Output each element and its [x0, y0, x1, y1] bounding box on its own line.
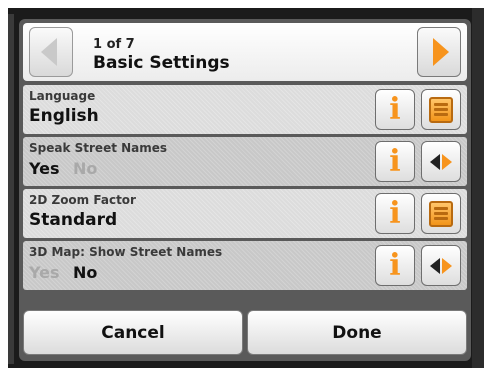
- info-icon: i: [389, 143, 401, 179]
- toggle-arrows-icon: [430, 153, 452, 170]
- option-yes[interactable]: Yes: [29, 159, 60, 178]
- cancel-button[interactable]: Cancel: [23, 310, 243, 355]
- setting-row-3d-map-street-names[interactable]: 3D Map: Show Street Names Yes No i: [23, 241, 467, 290]
- toggle-button[interactable]: [421, 141, 461, 182]
- setting-label: Language: [29, 89, 96, 103]
- list-select-button[interactable]: [421, 193, 461, 234]
- setting-row-language[interactable]: Language English i: [23, 85, 467, 134]
- info-button[interactable]: i: [375, 141, 415, 182]
- page-title: Basic Settings: [93, 53, 230, 73]
- list-select-button[interactable]: [421, 89, 461, 130]
- map-background: [8, 14, 14, 364]
- info-icon: i: [389, 91, 401, 127]
- setting-value: English: [29, 106, 99, 126]
- done-button[interactable]: Done: [247, 310, 467, 355]
- option-no[interactable]: No: [73, 159, 97, 178]
- setting-label: 3D Map: Show Street Names: [29, 245, 223, 259]
- page-counter: 1 of 7: [93, 37, 135, 52]
- list-icon: [429, 200, 453, 227]
- toggle-arrows-icon: [430, 257, 452, 274]
- dialog-header: 1 of 7 Basic Settings: [23, 23, 467, 81]
- toggle-button[interactable]: [421, 245, 461, 286]
- info-button[interactable]: i: [375, 245, 415, 286]
- list-icon: [429, 96, 453, 123]
- info-icon: i: [389, 195, 401, 231]
- option-no[interactable]: No: [73, 263, 97, 282]
- next-page-button[interactable]: [417, 27, 461, 77]
- map-background-edge: [472, 8, 484, 368]
- option-yes[interactable]: Yes: [29, 263, 60, 282]
- setting-value: Standard: [29, 210, 118, 230]
- arrow-right-icon: [433, 38, 449, 66]
- setting-label: 2D Zoom Factor: [29, 193, 136, 207]
- arrow-left-icon: [41, 38, 57, 66]
- setting-label: Speak Street Names: [29, 141, 168, 155]
- settings-dialog: 1 of 7 Basic Settings Language English i…: [19, 19, 471, 361]
- info-icon: i: [389, 247, 401, 283]
- previous-page-button[interactable]: [29, 27, 73, 77]
- setting-row-2d-zoom-factor[interactable]: 2D Zoom Factor Standard i: [23, 189, 467, 238]
- setting-row-speak-street-names[interactable]: Speak Street Names Yes No i: [23, 137, 467, 186]
- info-button[interactable]: i: [375, 193, 415, 234]
- info-button[interactable]: i: [375, 89, 415, 130]
